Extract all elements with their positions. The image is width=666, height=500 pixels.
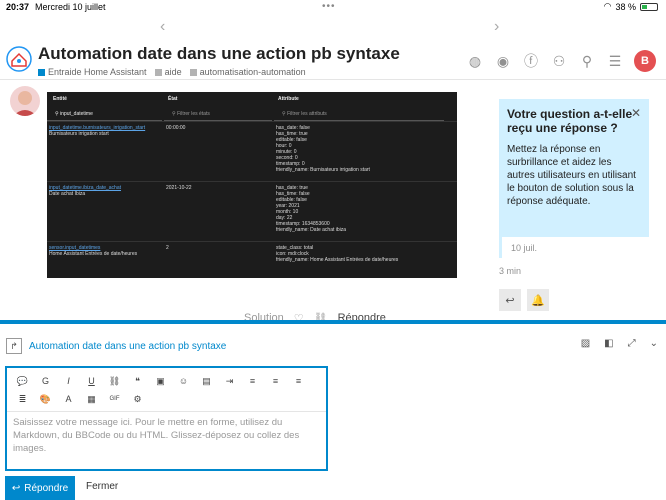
sidebar-toggle-icon[interactable]: ◧ bbox=[604, 338, 613, 349]
status-bar: 20:37 Mercredi 10 juillet ••• ◠ 38 % bbox=[0, 0, 666, 14]
table-row: input_datetime.ibiza_date_achat Date acha… bbox=[47, 181, 457, 241]
editor-toolbar: 💬 G I U ⛓ ❝ ▣ ☺ ▤ ⇥ ≡ ≡ ≡ ≣ 🎨 A ▦ GIF ⚙ bbox=[7, 368, 326, 412]
attr-list: has_date: true has_time: false editable: f… bbox=[276, 185, 347, 233]
collapse-icon[interactable]: ⌄ bbox=[650, 338, 658, 349]
close-icon[interactable]: ✕ bbox=[631, 106, 641, 120]
attached-screenshot[interactable]: Entité État Attribute ⚲ input_datetime ⚲… bbox=[47, 92, 457, 278]
status-date: Mercredi 10 juillet bbox=[35, 2, 106, 12]
message-editor: 💬 G I U ⛓ ❝ ▣ ☺ ▤ ⇥ ≡ ≡ ≡ ≣ 🎨 A ▦ GIF ⚙ … bbox=[5, 366, 328, 471]
image-icon[interactable]: ▣ bbox=[149, 372, 172, 390]
align-center-icon[interactable]: ≡ bbox=[264, 372, 287, 390]
breadcrumb: Entraide Home Assistant aide automatisat… bbox=[38, 67, 306, 77]
font-size-icon[interactable]: A bbox=[57, 390, 80, 408]
users-icon[interactable]: ⚇ bbox=[550, 52, 568, 70]
tooltip-title: Votre question a-t-elle reçu une réponse… bbox=[507, 107, 633, 135]
tag-link-aide[interactable]: aide bbox=[154, 67, 182, 77]
filter-states: ⚲ Filtrer les états bbox=[164, 107, 272, 121]
link-icon[interactable]: ⛓ bbox=[103, 372, 126, 390]
composer-topic-title[interactable]: Automation date dans une action pb synta… bbox=[29, 341, 226, 352]
align-left-icon[interactable]: ≡ bbox=[241, 372, 264, 390]
globe-icon[interactable]: ◍ bbox=[466, 52, 484, 70]
category-link[interactable]: Entraide Home Assistant bbox=[38, 67, 147, 77]
filter-entities: ⚲ input_datetime bbox=[47, 107, 162, 121]
timeline-date: 10 juil. bbox=[511, 243, 538, 253]
gear-icon[interactable]: ⚙ bbox=[126, 390, 149, 408]
tag-link-automatisation[interactable]: automatisation-automation bbox=[189, 67, 306, 77]
search-icon[interactable]: ⚲ bbox=[578, 52, 596, 70]
multitask-dots-icon[interactable]: ••• bbox=[322, 1, 336, 12]
wifi-icon: ◠ bbox=[603, 1, 612, 11]
table-row: input_datetime.burnisateurs_irrigation_s… bbox=[47, 121, 457, 181]
col-attribute-header: Attribute bbox=[278, 96, 299, 102]
reply-action-icon[interactable]: ↱ bbox=[6, 338, 22, 354]
submit-reply-button[interactable]: ↩ Répondre bbox=[5, 476, 75, 500]
topic-header: Automation date dans une action pb synta… bbox=[0, 42, 666, 80]
toggle-preview-icon[interactable]: ▨ bbox=[581, 338, 590, 349]
col-entity-header: Entité bbox=[53, 96, 67, 102]
post-author-avatar[interactable] bbox=[10, 86, 40, 116]
underline-icon[interactable]: U bbox=[80, 372, 103, 390]
status-time: 20:37 bbox=[6, 2, 30, 12]
col-state-header: État bbox=[168, 96, 178, 102]
topic-title[interactable]: Automation date dans une action pb synta… bbox=[38, 44, 400, 64]
table-row: sensor.input_datetimes Home Assistant Ent… bbox=[47, 241, 457, 277]
table-icon[interactable]: ▦ bbox=[80, 390, 103, 408]
italic-icon[interactable]: I bbox=[57, 372, 80, 390]
message-textarea[interactable]: Saisissez votre message ici. Pour le met… bbox=[7, 412, 326, 459]
tooltip-body: Mettez la réponse en surbrillance et aid… bbox=[507, 144, 636, 207]
battery-percent: 38 % bbox=[615, 1, 636, 12]
composer-resize-grip[interactable] bbox=[325, 326, 341, 328]
reply-arrow-icon[interactable]: ↩ bbox=[499, 289, 521, 311]
upload-icon[interactable]: ▤ bbox=[195, 372, 218, 390]
align-right-icon[interactable]: ≡ bbox=[287, 372, 310, 390]
hamburger-menu-icon[interactable]: ☰ bbox=[606, 52, 624, 70]
indent-icon[interactable]: ⇥ bbox=[218, 372, 241, 390]
solution-tooltip: ✕ Votre question a-t-elle reçu une répon… bbox=[499, 99, 649, 237]
facebook-icon[interactable]: ⓕ bbox=[522, 52, 540, 70]
reply-composer: ↱ Automation date dans une action pb syn… bbox=[0, 320, 666, 500]
attr-list: has_date: false has_time: true editable: f… bbox=[276, 125, 370, 173]
google-icon[interactable]: G bbox=[34, 372, 57, 390]
discord-icon[interactable]: ◉ bbox=[494, 52, 512, 70]
close-composer-button[interactable]: Fermer bbox=[86, 481, 118, 492]
battery-icon bbox=[640, 2, 658, 11]
justify-icon[interactable]: ≣ bbox=[11, 390, 34, 408]
fullscreen-icon[interactable]: ⤢ bbox=[628, 338, 636, 349]
reply-icon: ↩ bbox=[11, 482, 21, 494]
notification-bell-icon[interactable]: 🔔 bbox=[527, 289, 549, 311]
emoji-picker-icon[interactable]: 💬 bbox=[11, 372, 34, 390]
palette-icon[interactable]: 🎨 bbox=[34, 390, 57, 408]
previous-arrow-icon[interactable]: ‹ bbox=[160, 18, 165, 36]
user-avatar[interactable]: B bbox=[634, 50, 656, 72]
filter-attributes: ⚲ Filtrer les attributs bbox=[274, 107, 444, 121]
next-arrow-icon[interactable]: › bbox=[494, 18, 499, 36]
timeline-ago: 3 min bbox=[499, 266, 522, 276]
quote-icon[interactable]: ❝ bbox=[126, 372, 149, 390]
attr-list: state_class: total icon: mdi:clock friendl… bbox=[276, 245, 399, 263]
timeline-scrubber[interactable] bbox=[499, 228, 502, 258]
site-logo-icon[interactable] bbox=[6, 46, 32, 72]
smiley-icon[interactable]: ☺ bbox=[172, 372, 195, 390]
gif-icon[interactable]: GIF bbox=[103, 390, 126, 408]
